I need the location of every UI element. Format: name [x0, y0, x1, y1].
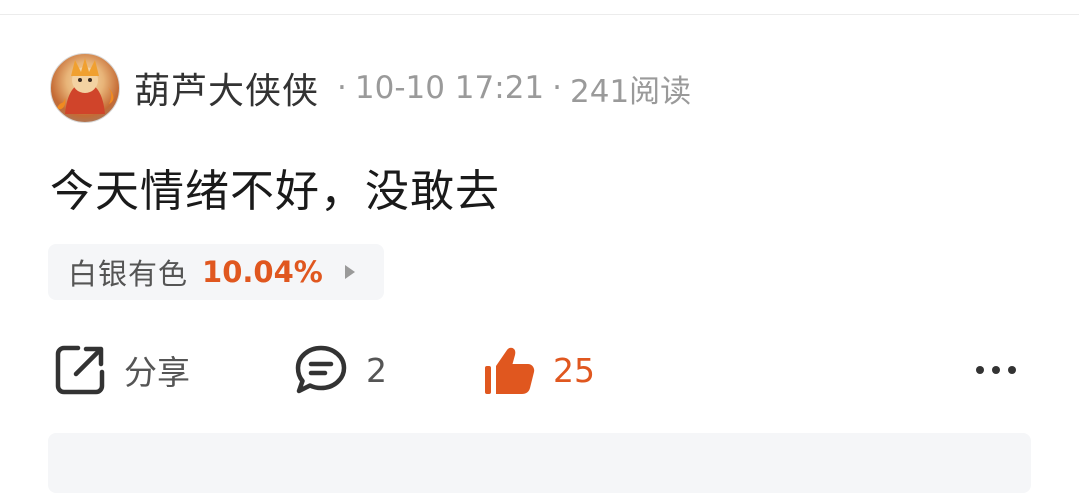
avatar[interactable]: [50, 53, 120, 123]
more-icon: [992, 366, 1000, 374]
post-card: 葫芦大侠侠 · 10-10 17:21 · 241阅读 今天情绪不好，没敢去 白…: [0, 0, 1079, 493]
more-icon: [976, 366, 984, 374]
comment-button[interactable]: 2: [294, 340, 387, 400]
meta-separator: ·: [552, 70, 563, 106]
comment-preview-card[interactable]: [48, 433, 1031, 493]
action-bar: 分享 2 25: [0, 340, 1079, 400]
stock-change: 10.04%: [202, 255, 323, 289]
more-icon: [1008, 366, 1016, 374]
share-icon: [55, 345, 105, 395]
author-name[interactable]: 葫芦大侠侠: [134, 62, 319, 114]
thumbs-up-icon: [485, 347, 535, 394]
comment-count: 2: [366, 350, 387, 390]
more-button[interactable]: [976, 340, 1024, 400]
share-button[interactable]: 分享: [54, 340, 190, 400]
like-button[interactable]: 25: [483, 340, 595, 400]
chevron-right-icon: [344, 265, 355, 279]
comment-icon: [295, 345, 347, 394]
post-header: 葫芦大侠侠 · 10-10 17:21 · 241阅读: [50, 53, 691, 123]
like-count: 25: [553, 350, 595, 390]
stock-name: 白银有色: [68, 257, 189, 291]
stock-tag[interactable]: 白银有色 10.04%: [48, 244, 384, 300]
post-meta: · 10-10 17:21 · 241阅读: [329, 66, 691, 111]
post-content: 今天情绪不好，没敢去: [50, 166, 500, 217]
meta-separator: ·: [337, 70, 347, 106]
read-count: 241阅读: [570, 73, 692, 110]
share-label: 分享: [124, 353, 190, 392]
post-timestamp: 10-10 17:21: [354, 70, 545, 106]
